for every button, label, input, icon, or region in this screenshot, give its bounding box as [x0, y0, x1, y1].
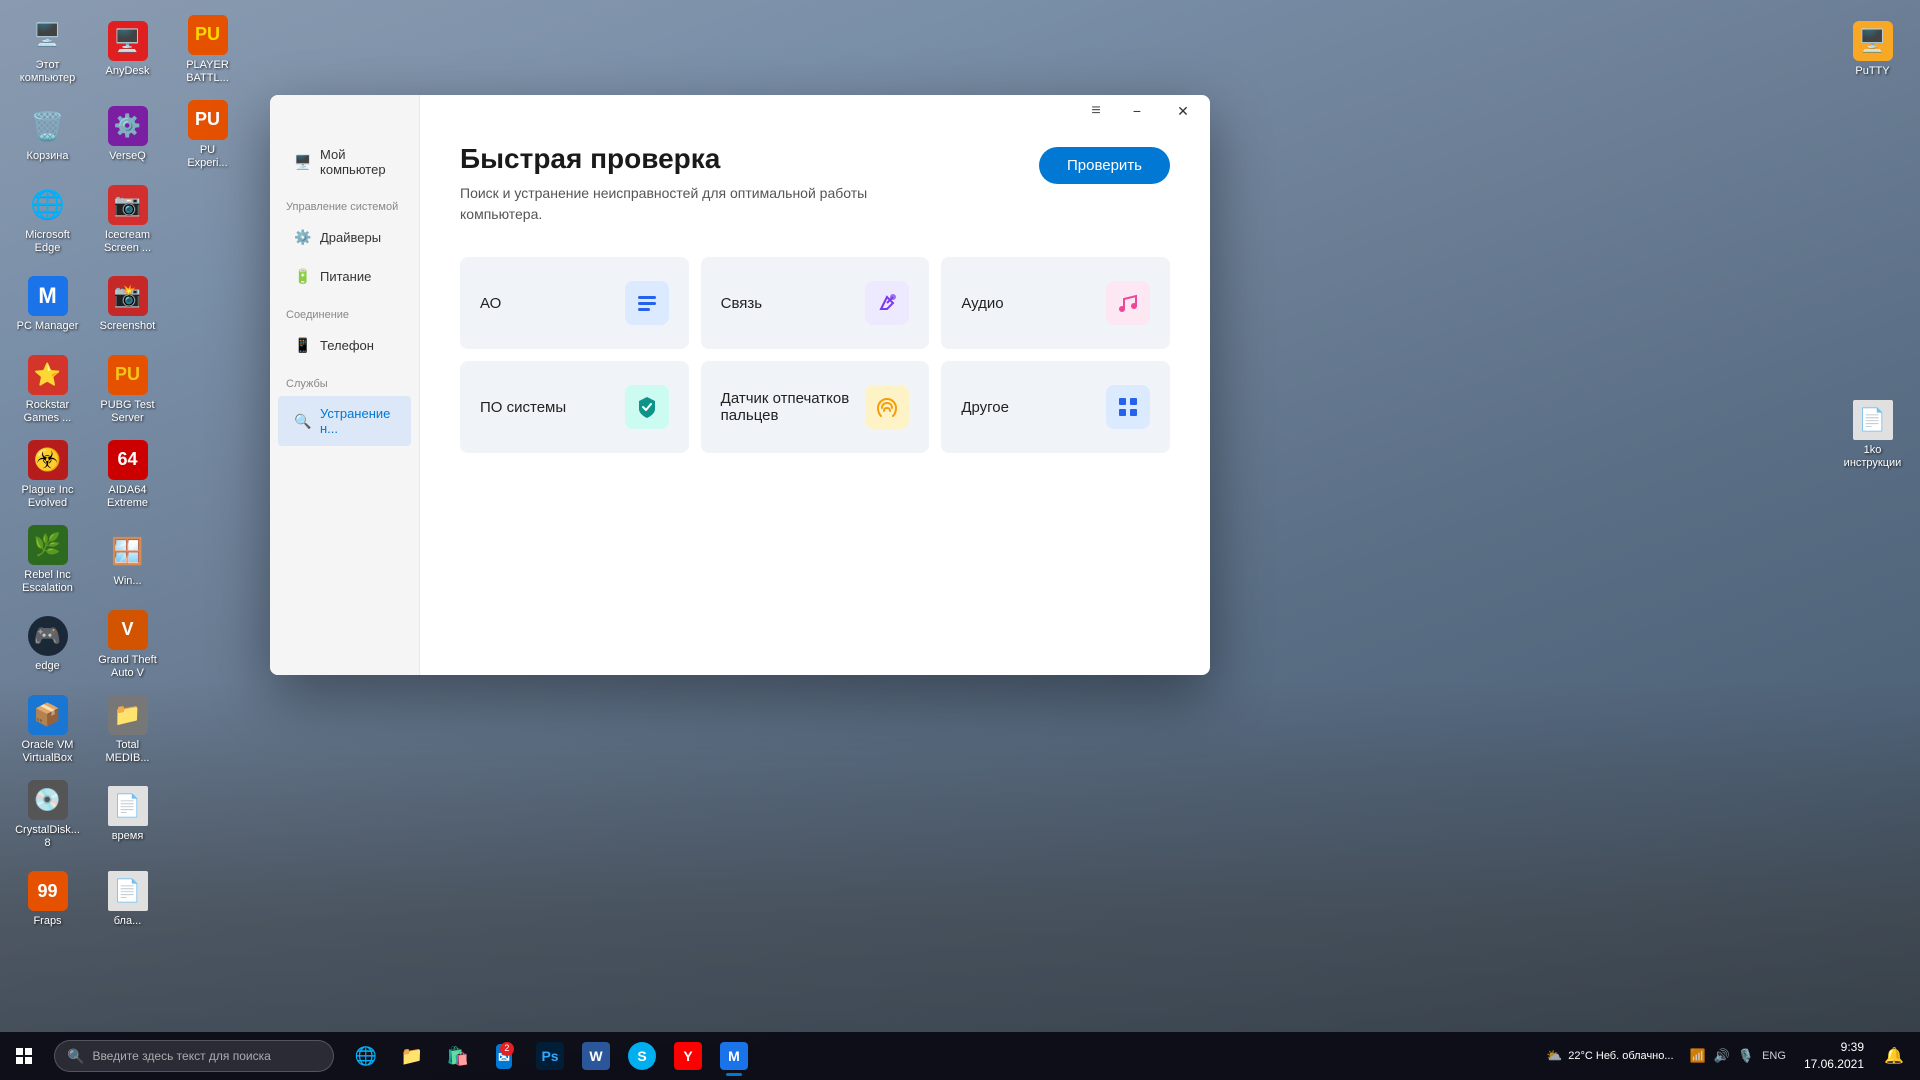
- icon-plague-inc[interactable]: ☣️ Plague IncEvolved: [10, 435, 85, 515]
- dialog-sidebar: 🖥️ Мой компьютер Управление системой ⚙️ …: [270, 95, 420, 675]
- card-fingerprint[interactable]: Датчик отпечатков пальцев: [701, 361, 930, 453]
- cards-grid: АО Связь: [460, 257, 1170, 453]
- card-ao[interactable]: АО: [460, 257, 689, 349]
- icon-aida64[interactable]: 64 AIDA64Extreme: [90, 435, 165, 515]
- dialog-main-content: Быстрая проверка Поиск и устранение неис…: [420, 95, 1210, 675]
- icon-edge[interactable]: 🌐 MicrosoftEdge: [10, 180, 85, 260]
- main-header: Быстрая проверка Поиск и устранение неис…: [460, 143, 1170, 225]
- power-icon: 🔋: [294, 268, 310, 285]
- card-audio-icon: [1106, 281, 1150, 325]
- taskbar-app-edge[interactable]: 🌐: [344, 1034, 388, 1078]
- window-close-button[interactable]: ✕: [1160, 95, 1206, 127]
- systray: ⛅ 22°C Неб. облачно...: [1538, 1048, 1681, 1064]
- taskbar-right: ⛅ 22°C Неб. облачно... 📶 🔊 🎙️ ENG 9:39 1…: [1538, 1039, 1920, 1073]
- notification-icon: 🔔: [1884, 1046, 1904, 1066]
- dialog-window: ≡ − ✕ 🖥️ Мой компьютер Управление систем…: [270, 95, 1210, 675]
- icon-rebel-inc[interactable]: 🌿 Rebel IncEscalation: [10, 520, 85, 600]
- sidebar-section-connection: Соединение: [270, 297, 419, 325]
- icon-total[interactable]: 📁 TotalMEDIB...: [90, 690, 165, 770]
- systray-icons: 📶 🔊 🎙️ ENG: [1686, 1048, 1790, 1064]
- weather-icon: ⛅: [1546, 1048, 1562, 1064]
- icon-windows[interactable]: 🪟 Win...: [90, 520, 165, 600]
- taskbar-search-bar[interactable]: 🔍 Введите здесь текст для поиска: [54, 1040, 334, 1072]
- icon-fraps[interactable]: 99 Fraps: [10, 860, 85, 940]
- icon-anydesk[interactable]: 🖥️ AnyDesk: [90, 10, 165, 90]
- start-button[interactable]: [0, 1032, 48, 1080]
- icon-gta5[interactable]: V Grand TheftAuto V: [90, 605, 165, 685]
- language-label: ENG: [1762, 1050, 1786, 1062]
- icon-1ko[interactable]: 📄 1koинструкции: [1835, 395, 1910, 475]
- taskbar-app-explorer[interactable]: 📁: [390, 1034, 434, 1078]
- icon-putty[interactable]: 🖥️ PuTTY: [1835, 10, 1910, 90]
- taskbar-app-store[interactable]: 🛍️: [436, 1034, 480, 1078]
- desktop-icons-right: 🖥️ PuTTY 📄 1koинструкции: [1835, 10, 1910, 475]
- sidebar-item-drivers[interactable]: ⚙️ Драйверы: [278, 219, 411, 256]
- card-system-software-icon: [625, 385, 669, 429]
- taskbar-app-imshow[interactable]: M: [712, 1034, 756, 1078]
- sidebar-item-my-computer[interactable]: 🖥️ Мой компьютер: [278, 137, 411, 187]
- card-system-software[interactable]: ПО системы: [460, 361, 689, 453]
- icon-steam[interactable]: 🎮 edge: [10, 605, 85, 685]
- window-titlebar: ≡ − ✕: [270, 95, 1210, 127]
- card-other[interactable]: Другое: [941, 361, 1170, 453]
- icon-icecream-screen[interactable]: 📷 IcecreamScreen ...: [90, 180, 165, 260]
- icon-oracle-vm[interactable]: 📦 Oracle VMVirtualBox: [10, 690, 85, 770]
- sidebar-item-phone[interactable]: 📱 Телефон: [278, 327, 411, 364]
- desktop: 🖥️ Этоткомпьютер 🗑️ Корзина 🌐 MicrosoftE…: [0, 0, 1920, 1080]
- taskbar-clock[interactable]: 9:39 17.06.2021: [1794, 1039, 1874, 1073]
- taskbar-app-skype[interactable]: S: [620, 1034, 664, 1078]
- sidebar-item-power[interactable]: 🔋 Питание: [278, 258, 411, 295]
- search-icon: 🔍: [294, 413, 310, 430]
- card-fingerprint-icon: [865, 385, 909, 429]
- icon-crystaldisk[interactable]: 💿 CrystalDisk...8: [10, 775, 85, 855]
- weather-text: 22°C Неб. облачно...: [1568, 1050, 1673, 1062]
- main-subtitle: Поиск и устранение неисправностей для оп…: [460, 183, 940, 225]
- icon-vremya[interactable]: 📄 время: [90, 775, 165, 855]
- icon-pubg-battle[interactable]: PU PLAYERBATTL...: [170, 10, 245, 90]
- phone-icon: 📱: [294, 337, 310, 354]
- icon-pubg-exp[interactable]: PU PUExperi...: [170, 95, 245, 175]
- taskbar-app-word[interactable]: W: [574, 1034, 618, 1078]
- card-audio[interactable]: Аудио: [941, 257, 1170, 349]
- search-placeholder: Введите здесь текст для поиска: [92, 1049, 270, 1063]
- card-ao-icon: [625, 281, 669, 325]
- computer-icon: 🖥️: [294, 154, 310, 171]
- taskbar-app-ps[interactable]: Ps: [528, 1034, 572, 1078]
- icon-blank1[interactable]: 📄 бла...: [90, 860, 165, 940]
- sidebar-section-services: Службы: [270, 366, 419, 394]
- main-title: Быстрая проверка: [460, 143, 940, 175]
- card-connection[interactable]: Связь: [701, 257, 930, 349]
- main-header-text: Быстрая проверка Поиск и устранение неис…: [460, 143, 940, 225]
- icon-this-computer[interactable]: 🖥️ Этоткомпьютер: [10, 10, 85, 90]
- icon-pc-manager[interactable]: M PC Manager: [10, 265, 85, 345]
- icon-verseq[interactable]: ⚙️ VerseQ: [90, 95, 165, 175]
- search-icon: 🔍: [67, 1048, 84, 1065]
- icon-rockstar[interactable]: ⭐ RockstarGames ...: [10, 350, 85, 430]
- window-minimize-button[interactable]: −: [1114, 95, 1160, 127]
- card-connection-icon: [865, 281, 909, 325]
- icon-recycle-bin[interactable]: 🗑️ Корзина: [10, 95, 85, 175]
- taskbar-app-yandex[interactable]: Y: [666, 1034, 710, 1078]
- volume-icon[interactable]: 🔊: [1714, 1048, 1730, 1064]
- taskbar-apps: 🌐 📁 🛍️ ✉ 2 Ps W S: [344, 1034, 756, 1078]
- icon-screenshot[interactable]: 📸 Screenshot: [90, 265, 165, 345]
- mic-icon[interactable]: 🎙️: [1738, 1048, 1754, 1064]
- icon-pubg-test[interactable]: PU PUBG TestServer: [90, 350, 165, 430]
- check-button[interactable]: Проверить: [1039, 147, 1170, 184]
- notification-button[interactable]: 🔔: [1878, 1040, 1910, 1072]
- network-icon[interactable]: 📶: [1690, 1048, 1706, 1064]
- drivers-icon: ⚙️: [294, 229, 310, 246]
- card-other-icon: [1106, 385, 1150, 429]
- taskbar-app-mail[interactable]: ✉ 2: [482, 1034, 526, 1078]
- taskbar: 🔍 Введите здесь текст для поиска 🌐 📁 🛍️ …: [0, 1032, 1920, 1080]
- sidebar-section-manage: Управление системой: [270, 189, 419, 217]
- window-menu-button[interactable]: ≡: [1078, 95, 1114, 127]
- sidebar-item-troubleshoot[interactable]: 🔍 Устранение н...: [278, 396, 411, 446]
